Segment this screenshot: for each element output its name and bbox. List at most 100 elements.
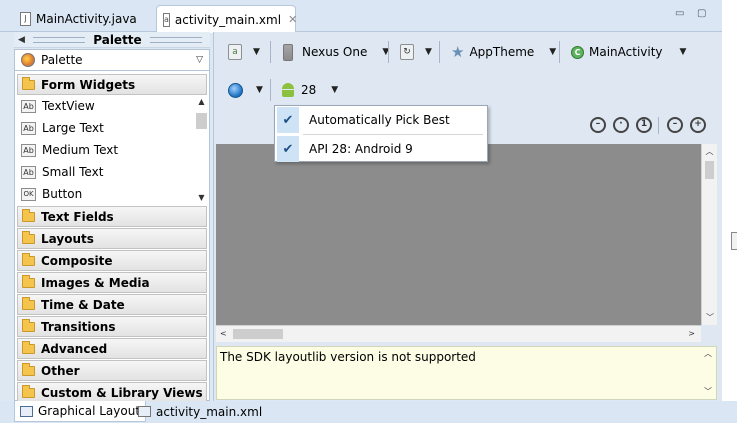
category-label: Composite <box>41 253 113 268</box>
category-label: Transitions <box>41 319 116 334</box>
zoom-100-icon[interactable]: 1 <box>636 117 652 133</box>
tab-label: MainActivity.java <box>36 12 137 26</box>
activity-class-icon: C <box>571 45 584 59</box>
category-layouts[interactable]: Layouts <box>17 228 207 249</box>
palette-body: Form Widgets Ab TextView Ab Large Text A… <box>14 71 210 403</box>
category-text-fields[interactable]: Text Fields <box>17 206 207 227</box>
orientation-chooser[interactable]: ↻ ▼ <box>400 41 432 63</box>
scroll-down-icon[interactable]: ﹀ <box>702 313 718 323</box>
globe-icon <box>228 82 243 98</box>
tab-mainactivity-java[interactable]: J MainActivity.java <box>14 6 143 32</box>
android-robot-icon <box>280 83 296 97</box>
zoom-real-size-icon[interactable]: · <box>613 117 629 133</box>
folder-icon <box>22 296 35 310</box>
zoom-in-icon[interactable]: + <box>690 117 706 133</box>
widget-list: Ab TextView Ab Large Text Ab Medium Text… <box>15 95 209 205</box>
widget-large-text[interactable]: Ab Large Text <box>15 117 209 139</box>
category-composite[interactable]: Composite <box>17 250 207 271</box>
phone-device-icon <box>283 43 293 61</box>
widget-medium-text[interactable]: Ab Medium Text <box>15 139 209 161</box>
category-other[interactable]: Other <box>17 360 207 381</box>
scroll-thumb[interactable] <box>705 161 714 179</box>
folder-icon <box>22 362 35 376</box>
palette-icon <box>21 53 35 67</box>
activity-chooser[interactable]: C MainActivity ▼ <box>571 41 686 63</box>
message-scrollbar[interactable]: ︿ ﹀ <box>700 347 716 399</box>
category-transitions[interactable]: Transitions <box>17 316 207 337</box>
layout-canvas[interactable] <box>216 144 701 325</box>
panel-edge-handle[interactable] <box>731 232 737 250</box>
large-text-icon: Ab <box>21 121 36 135</box>
api-level-menu: ✔ Automatically Pick Best ✔ API 28: Andr… <box>274 105 488 162</box>
category-label: Advanced <box>41 341 108 356</box>
category-label: Other <box>41 363 80 378</box>
scroll-left-icon[interactable]: < <box>220 329 227 339</box>
medium-text-icon: Ab <box>21 143 36 157</box>
maximize-icon[interactable]: ▢ <box>697 9 709 20</box>
toolbar-separator <box>559 41 560 63</box>
canvas-vertical-scrollbar[interactable]: ︿ ﹀ <box>701 144 717 325</box>
scroll-down-icon[interactable]: ▼ <box>196 193 207 203</box>
zoom-out-fit-icon[interactable]: – <box>590 117 606 133</box>
api-level-chooser[interactable]: 28 ▼ <box>280 79 338 101</box>
tab-label: Graphical Layout <box>38 404 141 418</box>
tab-graphical-layout[interactable]: Graphical Layout <box>14 401 147 422</box>
small-text-icon: Ab <box>21 165 36 179</box>
scroll-thumb[interactable] <box>233 329 283 339</box>
activity-label: MainActivity <box>589 45 663 59</box>
toolbar-separator <box>270 79 271 101</box>
adjacent-panel-edge <box>722 0 737 401</box>
folder-icon <box>22 274 35 288</box>
canvas-horizontal-scrollbar[interactable]: < > <box>216 325 701 342</box>
device-chooser[interactable]: Nexus One ▼ <box>283 41 389 63</box>
editor-mode-tabs: Graphical Layout activity_main.xml <box>0 401 737 423</box>
category-label: Time & Date <box>41 297 125 312</box>
device-label: Nexus One <box>302 45 368 59</box>
locale-chooser[interactable]: ▼ <box>228 79 263 101</box>
category-label: Layouts <box>41 231 94 246</box>
graphical-layout-icon <box>20 405 33 417</box>
minimize-icon[interactable]: ▭ <box>675 9 687 20</box>
grip-handle[interactable] <box>149 36 203 43</box>
scroll-up-icon[interactable]: ▲ <box>196 97 207 107</box>
checkmark-icon: ✔ <box>277 136 299 162</box>
palette-selector[interactable]: Palette ▽ <box>14 49 210 71</box>
chevron-down-icon[interactable]: ▽ <box>196 55 203 65</box>
menu-item-api-28[interactable]: ✔ API 28: Android 9 <box>275 135 487 163</box>
chevron-down-icon: ▼ <box>679 47 687 57</box>
java-file-icon: J <box>20 12 31 26</box>
theme-chooser[interactable]: ★ AppTheme ▼ <box>451 41 556 63</box>
scroll-right-icon[interactable]: > <box>688 329 695 339</box>
configuration-chooser[interactable]: a ▼ <box>228 41 260 63</box>
scroll-up-icon[interactable]: ︿ <box>700 349 716 359</box>
category-label: Form Widgets <box>41 77 136 92</box>
scroll-down-icon[interactable]: ﹀ <box>700 387 716 397</box>
category-time-date[interactable]: Time & Date <box>17 294 207 315</box>
widget-small-text[interactable]: Ab Small Text <box>15 161 209 183</box>
widget-list-scrollbar[interactable]: ▲ ▼ <box>196 97 207 203</box>
category-form-widgets[interactable]: Form Widgets <box>17 74 207 95</box>
tab-activity-main-xml[interactable]: a activity_main.xml ✕ <box>156 5 297 33</box>
folder-open-icon <box>22 76 35 90</box>
category-label: Text Fields <box>41 209 114 224</box>
render-error-message: The SDK layoutlib version is not support… <box>216 346 717 400</box>
button-widget-icon: OK <box>21 187 36 201</box>
tab-xml-source[interactable]: activity_main.xml <box>133 401 267 422</box>
menu-item-label: API 28: Android 9 <box>309 142 413 156</box>
menu-item-auto-pick-best[interactable]: ✔ Automatically Pick Best <box>275 106 487 134</box>
widget-label: Small Text <box>42 165 104 179</box>
grip-handle[interactable] <box>32 36 86 43</box>
category-images-media[interactable]: Images & Media <box>17 272 207 293</box>
widget-textview[interactable]: Ab TextView <box>15 95 209 117</box>
chevron-down-icon: ▼ <box>331 85 339 95</box>
widget-button[interactable]: OK Button <box>15 183 209 205</box>
collapse-left-icon[interactable]: ◀ <box>18 35 25 45</box>
zoom-out-icon[interactable]: – <box>667 117 683 133</box>
folder-icon <box>22 252 35 266</box>
palette-title: Palette <box>93 32 142 47</box>
category-custom-library-views[interactable]: Custom & Library Views <box>17 382 207 403</box>
close-tab-icon[interactable]: ✕ <box>288 13 297 26</box>
scroll-up-icon[interactable]: ︿ <box>702 147 717 157</box>
category-advanced[interactable]: Advanced <box>17 338 207 359</box>
scroll-thumb[interactable] <box>196 113 207 129</box>
